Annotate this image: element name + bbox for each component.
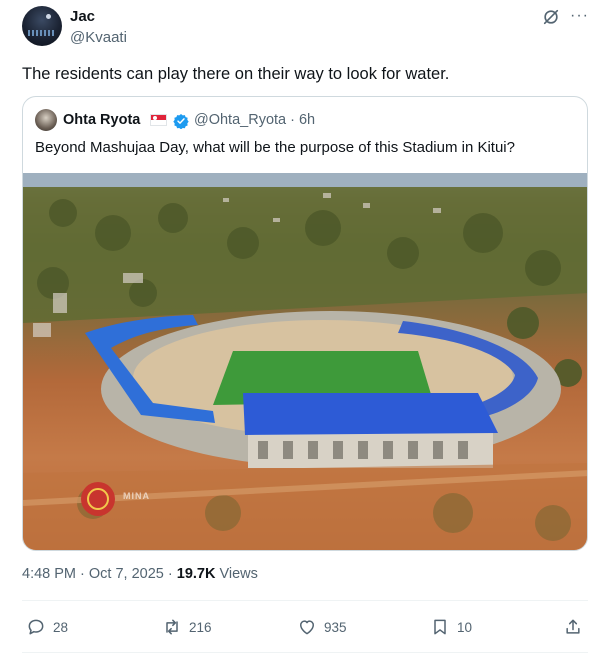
- divider-bottom: [22, 652, 588, 653]
- like-count: 935: [324, 619, 347, 635]
- avatar-moon: [46, 14, 51, 19]
- meta-separator: ·: [167, 566, 177, 582]
- quote-text: Beyond Mashujaa Day, what will be the pu…: [35, 139, 515, 156]
- like-icon: [300, 620, 314, 635]
- reply-icon: [28, 619, 44, 635]
- quote-author-handle[interactable]: @Ohta_Ryota · 6h: [194, 112, 315, 128]
- quoted-tweet[interactable]: Ohta Ryota @Ohta_Ryota · 6h Beyond Mashu…: [22, 96, 588, 551]
- author-avatar[interactable]: [22, 6, 62, 46]
- stadium-photo[interactable]: MINA: [23, 173, 587, 550]
- timestamp[interactable]: 4:48 PM · Oct 7, 2025: [22, 566, 164, 582]
- quote-author-avatar[interactable]: [35, 109, 57, 131]
- views-label: Views: [219, 566, 258, 582]
- more-icon[interactable]: ···: [570, 8, 589, 24]
- reply-count: 28: [53, 619, 69, 635]
- bookmark-button[interactable]: 10: [430, 616, 472, 638]
- share-button[interactable]: [563, 616, 590, 638]
- divider-top: [22, 600, 588, 601]
- photo-watermark: MINA: [123, 491, 150, 501]
- repost-icon: [166, 619, 178, 635]
- bookmark-icon: [434, 619, 446, 635]
- repost-button[interactable]: 216: [162, 616, 212, 638]
- avatar-skyline: [28, 30, 56, 36]
- author-name[interactable]: Jac: [70, 8, 95, 25]
- like-button[interactable]: 935: [297, 616, 347, 638]
- verified-icon: [173, 114, 189, 129]
- tweet-text: The residents can play there on their wa…: [22, 65, 450, 83]
- stadium-illustration: [23, 173, 587, 550]
- flag-icon: [150, 114, 167, 126]
- share-icon: [566, 619, 580, 634]
- tweet-meta: 4:48 PM · Oct 7, 2025 · 19.7K Views: [22, 566, 258, 582]
- author-handle[interactable]: @Kvaati: [70, 29, 127, 46]
- grok-icon[interactable]: [542, 8, 560, 26]
- quote-author-name[interactable]: Ohta Ryota: [63, 112, 140, 128]
- bookmark-count: 10: [457, 619, 473, 635]
- repost-count: 216: [189, 619, 212, 635]
- tweet: Jac @Kvaati ··· The residents can play t…: [0, 0, 614, 658]
- reply-button[interactable]: 28: [26, 616, 68, 638]
- views-count: 19.7K: [176, 566, 216, 582]
